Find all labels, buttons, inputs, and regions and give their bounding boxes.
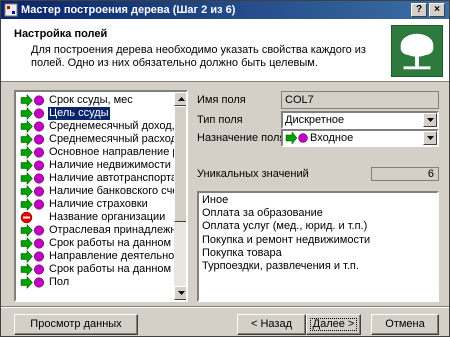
tree-item[interactable]: Направление деятельности — [18, 250, 174, 263]
next-button[interactable]: Далее > — [306, 314, 361, 335]
unique-value-item[interactable]: Иное — [202, 194, 434, 207]
title-bar[interactable]: Мастер построения дерева (Шаг 2 из 6) ? … — [1, 1, 449, 19]
tree-item-label: Среднемесячный доход, руб — [49, 120, 174, 132]
fields-tree-items: Срок ссуды, мес Цель ссуды Среднемесячный … — [18, 94, 174, 289]
tree-item-label: Наличие банковского счета — [49, 185, 174, 197]
input-field-icon — [20, 146, 45, 159]
field-purpose-value: Входное — [310, 132, 354, 144]
cancel-button[interactable]: Отмена — [371, 314, 439, 335]
wizard-window: Мастер построения дерева (Шаг 2 из 6) ? … — [0, 0, 450, 337]
tree-item[interactable]: Среднемесячный расход, руб — [18, 133, 174, 146]
input-field-icon — [20, 133, 45, 146]
tree-item-label: Основное направление расход — [49, 146, 174, 158]
tree-item-label: Цель ссуды — [47, 107, 111, 120]
unique-value-item[interactable]: Оплата услуг (мед., юрид. и т.п.) — [202, 220, 434, 233]
step-title: Настройка полей — [14, 28, 108, 40]
tree-item[interactable]: Срок работы на данном пред — [18, 237, 174, 250]
input-field-icon — [20, 107, 45, 120]
tree-item[interactable]: Основное направление расход — [18, 146, 174, 159]
unique-values-count: 6 — [371, 167, 439, 181]
tree-item-label: Пол — [49, 276, 70, 288]
step-description: Для построения дерева необходимо указать… — [31, 44, 366, 69]
field-name-label: Имя поля — [197, 94, 246, 106]
input-field-icon — [285, 132, 308, 144]
unique-values-label: Уникальных значений — [197, 168, 309, 180]
unique-value-item[interactable]: Оплата за образование — [202, 207, 434, 220]
input-field-icon — [20, 224, 45, 237]
close-button[interactable]: × — [429, 3, 445, 17]
tree-item[interactable]: Пол — [18, 276, 174, 289]
chevron-down-icon — [427, 118, 434, 122]
field-name-value: COL7 — [281, 91, 439, 109]
scroll-down-button[interactable] — [174, 286, 186, 300]
input-field-icon — [20, 185, 45, 198]
app-icon — [4, 3, 18, 17]
tree-item-label: Среднемесячный расход, руб — [49, 133, 174, 145]
scroll-thumb[interactable] — [174, 106, 186, 222]
fields-scrollbar[interactable] — [174, 92, 186, 300]
tree-item[interactable]: Среднемесячный доход, руб — [18, 120, 174, 133]
field-type-value: Дискретное — [285, 114, 345, 126]
unique-values-list[interactable]: Иное Оплата за образование Оплата услуг (м… — [197, 191, 439, 302]
scroll-up-button[interactable] — [174, 92, 186, 106]
next-button-label: Далее > — [310, 318, 357, 331]
tree-item[interactable]: Срок работы на данном напр — [18, 263, 174, 276]
unused-field-icon — [20, 211, 33, 224]
input-field-icon — [20, 159, 45, 172]
fields-tree[interactable]: Срок ссуды, мес Цель ссуды Среднемесячный … — [14, 90, 188, 302]
tree-item[interactable]: Цель ссуды — [18, 107, 174, 120]
input-field-icon — [20, 172, 45, 185]
preview-data-button[interactable]: Просмотр данных — [14, 314, 138, 335]
field-purpose-dropdown-button[interactable] — [423, 131, 437, 145]
tree-logo-icon — [391, 25, 443, 77]
arrow-up-icon — [178, 97, 185, 101]
footer-divider — [1, 306, 449, 308]
tree-item-label: Наличие страховки — [49, 198, 148, 210]
input-field-icon — [20, 263, 45, 276]
input-field-icon — [20, 120, 45, 133]
input-field-icon — [20, 237, 45, 250]
input-field-icon — [20, 94, 45, 107]
tree-item-label: Срок ссуды, мес — [49, 94, 133, 106]
field-purpose-combo[interactable]: Входное — [281, 129, 439, 147]
back-button[interactable]: < Назад — [237, 314, 306, 335]
field-type-label: Тип поля — [197, 114, 243, 126]
tree-item[interactable]: Наличие банковского счета — [18, 185, 174, 198]
field-purpose-label: Назначение поля — [197, 132, 286, 144]
unique-value-item[interactable]: Покупка и ремонт недвижимости — [202, 234, 434, 247]
tree-item[interactable]: Название организации — [18, 211, 174, 224]
tree-item[interactable]: Наличие недвижимости — [18, 159, 174, 172]
tree-item-label: Срок работы на данном пред — [49, 237, 174, 249]
tree-item-label: Направление деятельности — [49, 250, 174, 262]
input-field-icon — [20, 198, 45, 211]
field-type-dropdown-button[interactable] — [423, 113, 437, 127]
unique-value-item[interactable]: Турпоездки, развлечения и т.п. — [202, 260, 434, 273]
unique-value-item[interactable]: Покупка товара — [202, 247, 434, 260]
tree-item[interactable]: Наличие автотранспорта — [18, 172, 174, 185]
tree-item-label: Наличие автотранспорта — [49, 172, 174, 184]
tree-item-label: Срок работы на данном напр — [49, 263, 174, 275]
input-field-icon — [20, 250, 45, 263]
input-field-icon — [20, 276, 45, 289]
field-type-combo[interactable]: Дискретное — [281, 111, 439, 129]
wizard-header: Настройка полей Для построения дерева не… — [1, 19, 449, 82]
tree-item-label: Название организации — [49, 211, 166, 223]
help-button[interactable]: ? — [411, 3, 427, 17]
tree-item-label: Отраслевая принадлежность — [49, 224, 174, 236]
tree-item-label: Наличие недвижимости — [49, 159, 171, 171]
window-title: Мастер построения дерева (Шаг 2 из 6) — [21, 4, 236, 16]
tree-item[interactable]: Срок ссуды, мес — [18, 94, 174, 107]
arrow-down-icon — [178, 291, 185, 295]
chevron-down-icon — [427, 136, 434, 140]
tree-item[interactable]: Наличие страховки — [18, 198, 174, 211]
tree-item[interactable]: Отраслевая принадлежность — [18, 224, 174, 237]
